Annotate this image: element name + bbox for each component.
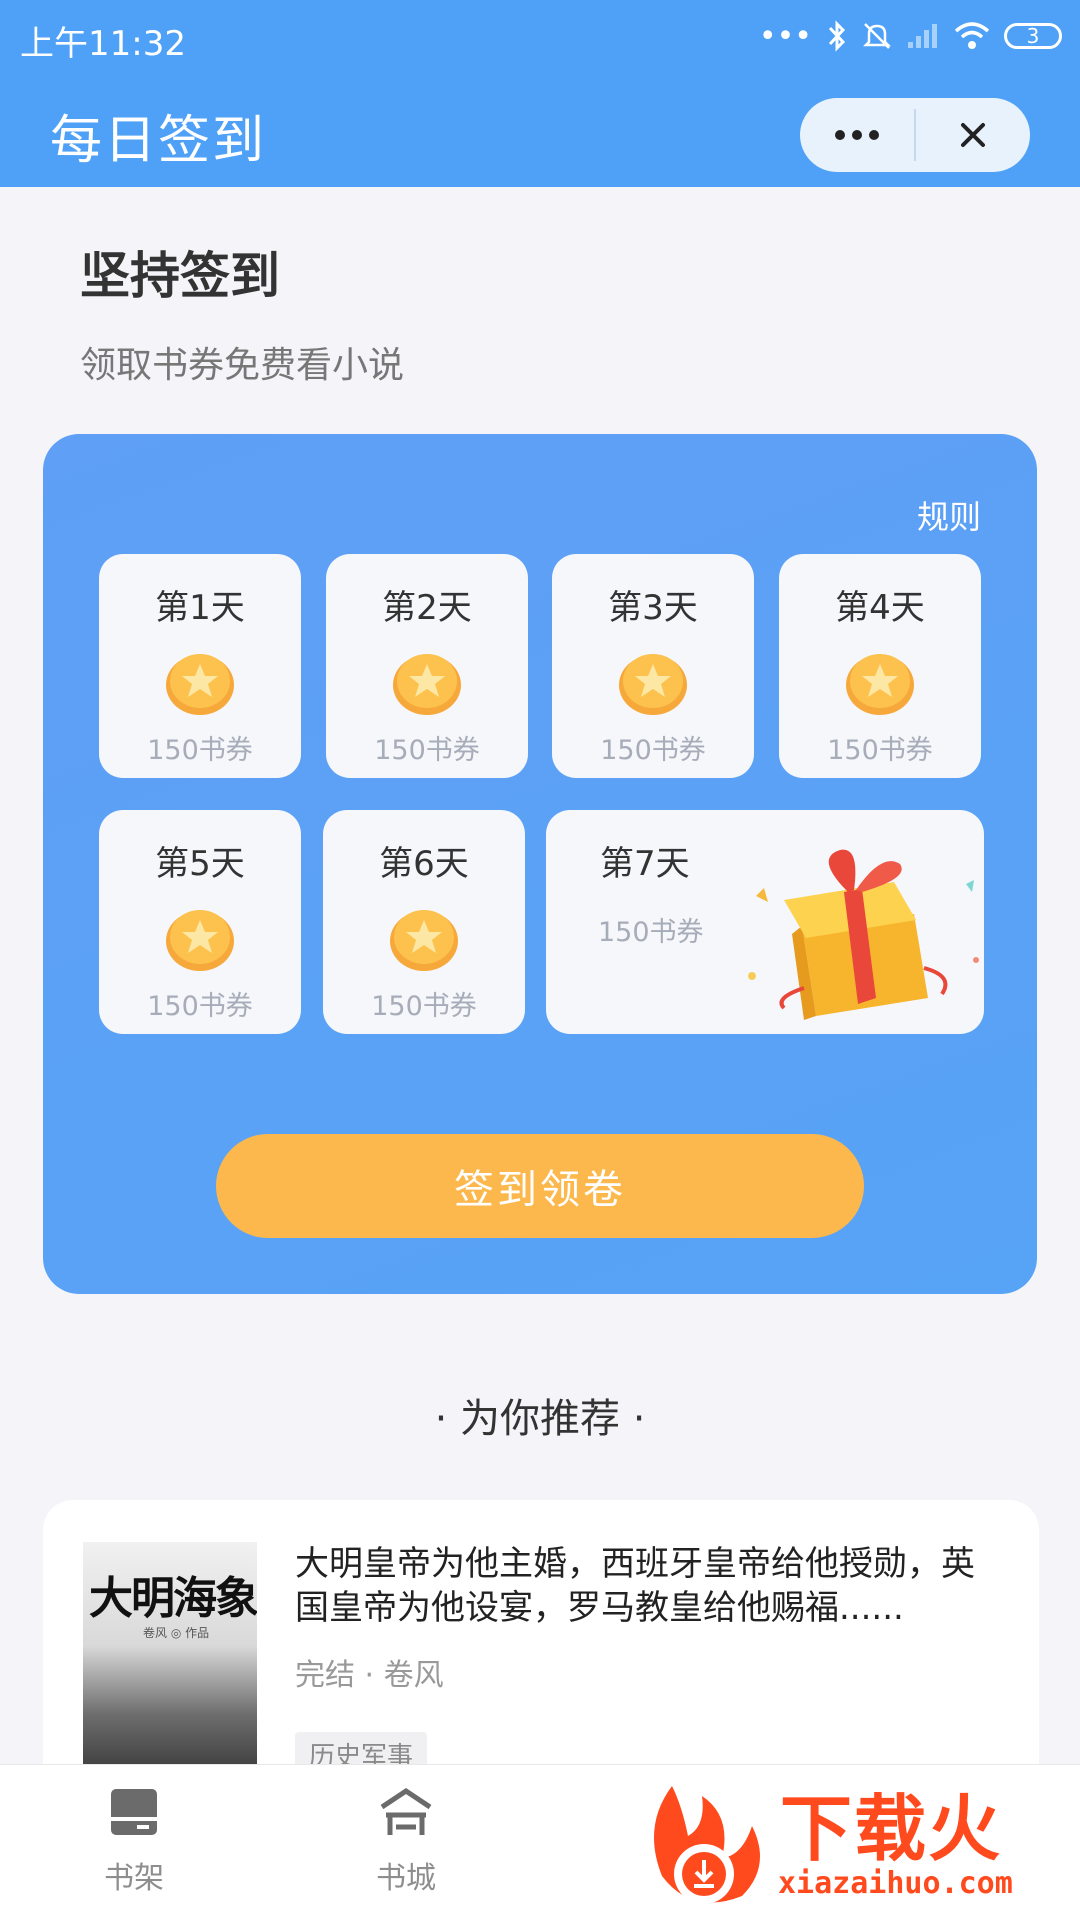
watermark-url: xiazaihuo.com [778, 1866, 1013, 1901]
mini-program-capsule [800, 98, 1030, 172]
top-bar: 上午11:32 ••• 3 每日签到 [0, 0, 1080, 187]
gift-box-icon [748, 849, 979, 1020]
watermark: 下载火 xiazaihuo.com [630, 1760, 1080, 1920]
day-label: 第7天 [600, 844, 690, 884]
close-icon [961, 123, 985, 147]
more-status-icon: ••• [758, 18, 812, 54]
reward-label: 150书券 [371, 991, 477, 1022]
day-label: 第6天 [379, 844, 469, 884]
day-tile-7: 第7天 150书券 [546, 810, 984, 1034]
watermark-text: 下载火 [780, 1787, 1003, 1871]
day-label: 第4天 [835, 588, 925, 628]
cover-title: 大明海象 [89, 1573, 257, 1624]
more-dots-icon [835, 130, 879, 140]
coin-icon [393, 654, 461, 715]
coin-icon [166, 654, 234, 715]
page-title: 每日签到 [50, 111, 267, 171]
book-description[interactable]: 大明皇帝为他主婚，西班牙皇帝给他授勋，英国皇帝为他设宴，罗马教皇给他赐福....… [295, 1542, 995, 1630]
reward-label: 150书券 [827, 735, 933, 766]
battery-icon: 3 [1004, 23, 1062, 49]
nav-label: 书架 [104, 1861, 164, 1896]
recommend-title: · 为你推荐 · [434, 1396, 646, 1442]
bookstore-icon [380, 1787, 432, 1835]
close-button[interactable] [916, 98, 1030, 172]
nav-label: 书城 [376, 1861, 436, 1896]
book-meta: 完结 · 卷风 [295, 1658, 444, 1693]
reward-label: 150书券 [598, 917, 704, 948]
coin-icon [619, 654, 687, 715]
day-label: 第2天 [382, 588, 472, 628]
cover-author: 卷风 ◎ 作品 [143, 1626, 210, 1640]
wifi-icon [954, 22, 990, 49]
book-cover[interactable]: 大明海象 卷风 ◎ 作品 [83, 1542, 257, 1772]
day-label: 第5天 [155, 844, 245, 884]
nav-item-bookstore[interactable]: 书城 [336, 1785, 476, 1897]
checkin-card: 规则 第1天 150书券 第2天 150书券 第3天 150书券 第4天 150… [43, 434, 1037, 1294]
bookshelf-icon [111, 1789, 157, 1835]
more-button[interactable] [800, 98, 914, 172]
day-tile-1: 第1天 150书券 [99, 554, 301, 778]
coin-icon [390, 910, 458, 971]
day-label: 第3天 [608, 588, 698, 628]
rules-link[interactable]: 规则 [917, 492, 981, 538]
status-icons: ••• 3 [759, 14, 1062, 58]
mute-icon [862, 23, 892, 49]
reward-label: 150书券 [600, 735, 706, 766]
day-tile-4: 第4天 150书券 [779, 554, 981, 778]
coin-icon [846, 654, 914, 715]
day-tile-3: 第3天 150书券 [552, 554, 754, 778]
reward-label: 150书券 [147, 991, 253, 1022]
intro-heading: 坚持签到 [80, 247, 280, 305]
reward-label: 150书券 [374, 735, 480, 766]
coin-icon [166, 910, 234, 971]
status-time: 上午11:32 [20, 24, 186, 64]
checkin-button[interactable]: 签到领卷 [216, 1134, 864, 1238]
signal-icon [908, 24, 937, 48]
reward-label: 150书券 [147, 735, 253, 766]
bluetooth-icon [828, 20, 846, 52]
watermark-logo-icon [654, 1786, 760, 1904]
day-tile-6: 第6天 150书券 [323, 810, 525, 1034]
nav-item-bookshelf[interactable]: 书架 [64, 1785, 204, 1897]
day-tile-2: 第2天 150书券 [326, 554, 528, 778]
day-tile-5: 第5天 150书券 [99, 810, 301, 1034]
intro-subheading: 领取书券免费看小说 [80, 345, 405, 386]
day-label: 第1天 [155, 588, 245, 628]
